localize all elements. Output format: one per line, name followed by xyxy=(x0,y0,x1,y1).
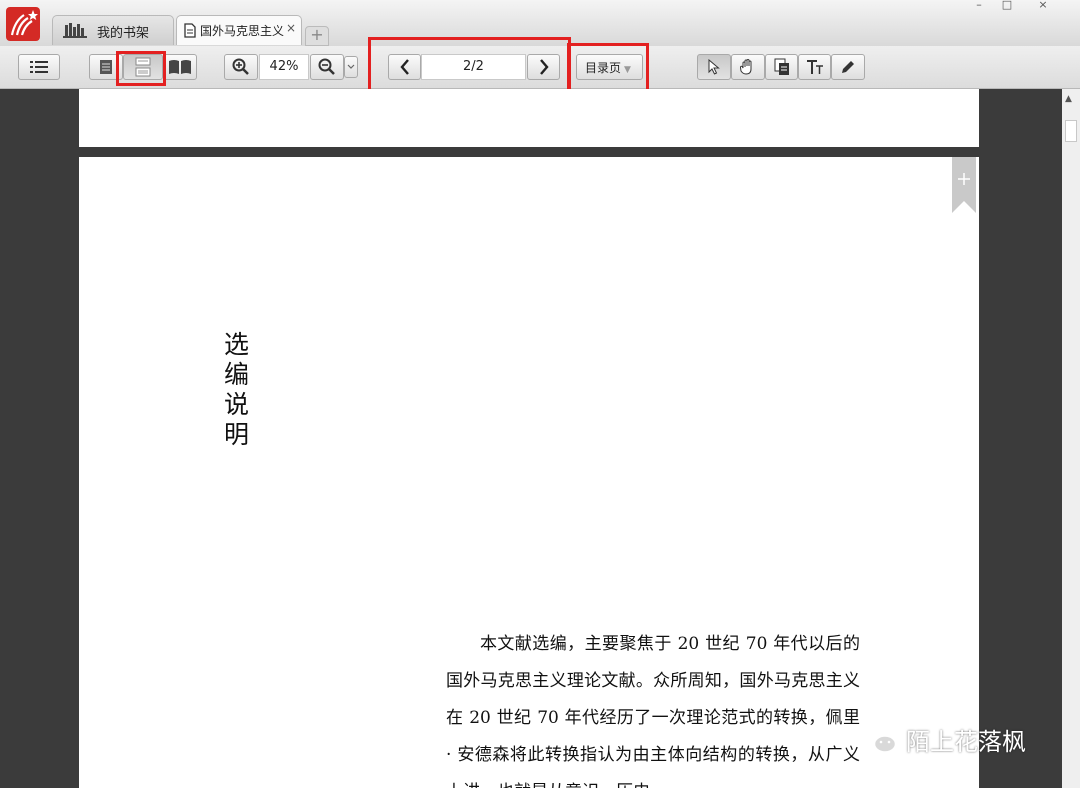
section-title-vertical: 选编说明 xyxy=(224,330,250,449)
text-tool-icon xyxy=(806,60,823,74)
scroll-up-icon[interactable]: ▲ xyxy=(1065,94,1072,104)
tab-document[interactable]: 国外马克思主义 × xyxy=(176,15,302,45)
highlight-box-page-mode xyxy=(116,51,166,86)
hand-pan-icon xyxy=(740,59,752,75)
single-page-icon xyxy=(100,60,112,74)
new-tab-button[interactable]: + xyxy=(305,26,329,46)
zoom-out-icon xyxy=(318,58,335,75)
zoom-in-icon xyxy=(232,58,249,75)
scrollbar-thumb[interactable] xyxy=(1065,120,1077,142)
tab-bookshelf-label: 我的书架 xyxy=(97,26,150,41)
chevron-down-icon xyxy=(347,64,355,69)
page-1 xyxy=(79,89,979,147)
hand-tool-button[interactable] xyxy=(731,54,765,80)
list-icon xyxy=(30,61,48,73)
two-page-button[interactable] xyxy=(163,54,197,80)
copy-page-button[interactable] xyxy=(765,54,798,80)
zoom-level-field[interactable]: 42% xyxy=(259,54,309,80)
pen-tool-button[interactable] xyxy=(831,54,865,80)
text-tool-button[interactable] xyxy=(798,54,831,80)
close-window-button[interactable]: × xyxy=(1026,0,1060,12)
copy-page-icon xyxy=(774,58,789,75)
pen-icon xyxy=(842,61,854,73)
zoom-dropdown-button[interactable] xyxy=(344,56,358,78)
tab-document-label: 国外马克思主义 xyxy=(200,24,285,38)
bookmark-add-icon[interactable] xyxy=(952,157,976,213)
zoom-out-button[interactable] xyxy=(310,54,344,80)
two-page-icon xyxy=(169,60,191,74)
vertical-scrollbar[interactable] xyxy=(1062,89,1080,788)
page-2 xyxy=(79,157,979,788)
watermark: 陌上花落枫 xyxy=(860,722,1026,758)
zoom-in-button[interactable] xyxy=(224,54,258,80)
watermark-text: 陌上花落枫 xyxy=(906,728,1026,756)
document-icon xyxy=(184,23,196,42)
select-tool-button[interactable] xyxy=(697,54,731,80)
app-logo xyxy=(6,7,40,41)
tab-bookshelf[interactable]: 我的书架 xyxy=(52,15,174,45)
toc-list-button[interactable] xyxy=(18,54,60,80)
select-cursor-icon xyxy=(708,59,720,75)
wechat-icon xyxy=(860,724,900,762)
maximize-button[interactable]: □ xyxy=(990,0,1024,12)
bookshelf-icon xyxy=(63,22,91,42)
close-tab-icon[interactable]: × xyxy=(286,21,296,35)
